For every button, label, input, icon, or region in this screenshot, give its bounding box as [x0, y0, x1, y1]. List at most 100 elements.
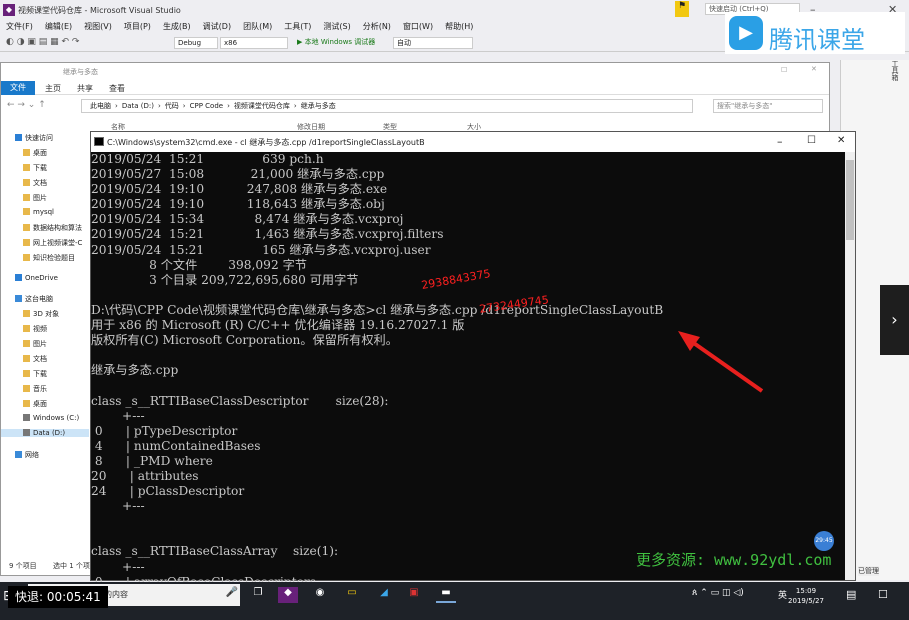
item-count: 9 个项目 [9, 562, 37, 570]
task-view-icon[interactable]: ❐ [248, 587, 268, 603]
nav-item[interactable]: 文档 [23, 354, 47, 364]
explorer-search-input[interactable]: 搜索"继承与多态" [713, 99, 823, 113]
nav-item-label: 知识检验题目 [33, 254, 75, 262]
nav-item[interactable]: Windows (C:) [23, 414, 79, 422]
chrome-icon[interactable]: ◉ [310, 587, 330, 603]
nav-item-label: 图片 [33, 194, 47, 202]
nav-item-label: 下载 [33, 370, 47, 378]
platform-dropdown[interactable]: x86 [220, 37, 288, 49]
menu-item[interactable]: 调试(D) [197, 20, 237, 34]
feedback-flag-icon[interactable]: ⚑ [675, 1, 689, 17]
breadcrumb-item[interactable]: 代码 [165, 102, 179, 110]
nav-item[interactable]: mysql [23, 208, 54, 216]
console-line: 2019/05/24 19:10 247,808 继承与多态.exe [91, 182, 388, 197]
folder-icon [23, 224, 30, 231]
visual-studio-taskbar-icon[interactable]: ◆ [278, 587, 298, 603]
nav-item-label: 视频 [33, 325, 47, 333]
back-forward-icon[interactable]: ← → ⌄ ↑ [7, 100, 46, 110]
nav-item[interactable]: 图片 [23, 193, 47, 203]
breadcrumb-item[interactable]: Data (D:) [122, 102, 154, 110]
menu-item[interactable]: 生成(B) [157, 20, 197, 34]
nav-item[interactable]: 文档 [23, 178, 47, 188]
breadcrumb-item[interactable]: 此电脑 [90, 102, 111, 110]
nav-item[interactable]: 网络 [15, 450, 39, 460]
nav-item[interactable]: OneDrive [15, 274, 58, 282]
nav-item[interactable]: 图片 [23, 339, 47, 349]
pin-hint: 已管理 [858, 566, 879, 576]
folder-icon [23, 325, 30, 332]
recorder-icon[interactable]: ▣ [404, 587, 424, 603]
menu-item[interactable]: 视图(V) [78, 20, 118, 34]
toolbar-icons[interactable]: ◐ ◑ ▣ ▤ ▦ ↶ ↷ [6, 37, 79, 47]
next-arrow-icon[interactable]: › [880, 285, 909, 355]
star-icon [15, 134, 22, 141]
breadcrumb-separator-icon: › [293, 102, 297, 110]
ribbon-tab-home[interactable]: 主页 [45, 83, 61, 94]
auto-dropdown[interactable]: 自动 [393, 37, 473, 49]
nav-item[interactable]: Data (D:) [1, 429, 89, 437]
maximize-icon[interactable]: ☐ [781, 66, 787, 74]
address-bar[interactable]: 此电脑 › Data (D:) › 代码 › CPP Code › 视频课堂代码仓库 › 继承与多态 [81, 99, 693, 113]
menu-item[interactable]: 测试(S) [317, 20, 356, 34]
nav-item[interactable]: 网上视频课堂-C [23, 238, 82, 248]
console-line: +--- [91, 499, 145, 514]
notification-icon[interactable]: ▤ [846, 588, 856, 601]
nav-item[interactable]: 下载 [23, 369, 47, 379]
breadcrumb-item[interactable]: 继承与多态 [301, 102, 336, 110]
cmd-scrollbar[interactable] [845, 152, 855, 580]
action-center-icon[interactable]: ☐ [878, 588, 888, 601]
menu-item[interactable]: 团队(M) [237, 20, 278, 34]
menu-item[interactable]: 编辑(E) [39, 20, 78, 34]
close-icon[interactable]: ✕ [837, 135, 845, 146]
nav-item-label: 文档 [33, 355, 47, 363]
nav-item[interactable]: 快速访问 [15, 133, 53, 143]
minimize-icon[interactable]: – [777, 135, 783, 148]
menu-item[interactable]: 分析(N) [357, 20, 397, 34]
nav-item[interactable]: 数据结构和算法 [23, 223, 82, 233]
ribbon-file-tab[interactable]: 文件 [1, 81, 35, 95]
configuration-dropdown[interactable]: Debug [174, 37, 218, 49]
close-icon[interactable]: ✕ [811, 65, 817, 73]
scroll-thumb[interactable] [846, 160, 854, 240]
menu-item[interactable]: 帮助(H) [439, 20, 479, 34]
app-icon[interactable]: ◢ [374, 587, 394, 603]
nav-item-label: 音乐 [33, 385, 47, 393]
toolbox-side-tab[interactable]: 工具箱 [885, 60, 900, 100]
red-arrow-icon [678, 331, 764, 393]
nav-item[interactable]: 知识检验题目 [23, 253, 75, 263]
menu-item[interactable]: 窗口(W) [397, 20, 439, 34]
breadcrumb-item[interactable]: 视频课堂代码仓库 [234, 102, 290, 110]
nav-item[interactable]: 桌面 [23, 399, 47, 409]
clock[interactable]: 15:09 2019/5/27 [786, 586, 826, 606]
microphone-icon[interactable]: 🎤 [222, 587, 242, 603]
maximize-icon[interactable]: ☐ [807, 135, 816, 146]
start-debugger-button[interactable]: ▶ 本地 Windows 调试器 [294, 37, 390, 49]
console-line: 2019/05/24 15:21 1,463 继承与多态.vcxproj.fil… [91, 227, 444, 242]
folder-icon [23, 310, 30, 317]
nav-item-label: 下载 [33, 164, 47, 172]
nav-item-label: 数据结构和算法 [33, 224, 82, 232]
system-tray[interactable]: ጰ ⌃ ▭ ◫ ◁) [692, 588, 744, 598]
nav-item[interactable]: 3D 对象 [23, 309, 59, 319]
menu-item[interactable]: 项目(P) [118, 20, 157, 34]
breadcrumb-item[interactable]: CPP Code [190, 102, 223, 110]
folder-icon [23, 370, 30, 377]
menu-item[interactable]: 文件(F) [0, 20, 39, 34]
nav-item[interactable]: 下载 [23, 163, 47, 173]
ribbon-tab-view[interactable]: 查看 [109, 83, 125, 94]
console-line: D:\代码\CPP Code\视频课堂代码仓库\继承与多态>cl 继承与多态.c… [91, 302, 664, 317]
nav-item[interactable]: 这台电脑 [15, 294, 53, 304]
menu-item[interactable]: 工具(T) [278, 20, 317, 34]
nav-item[interactable]: 桌面 [23, 148, 47, 158]
console-line: 2019/05/24 15:34 8,474 继承与多态.vcxproj [91, 212, 404, 227]
nav-item[interactable]: 视频 [23, 324, 47, 334]
ribbon-tab-share[interactable]: 共享 [77, 83, 93, 94]
explorer-title-bar: 继承与多态 ☐ ✕ [1, 63, 829, 81]
console-line: 8 | _PMD where [91, 453, 213, 468]
cmd-taskbar-icon[interactable]: ▬ [436, 587, 456, 603]
nav-item-label: 文档 [33, 179, 47, 187]
nav-item[interactable]: 音乐 [23, 384, 47, 394]
file-explorer-icon[interactable]: ▭ [342, 587, 362, 603]
